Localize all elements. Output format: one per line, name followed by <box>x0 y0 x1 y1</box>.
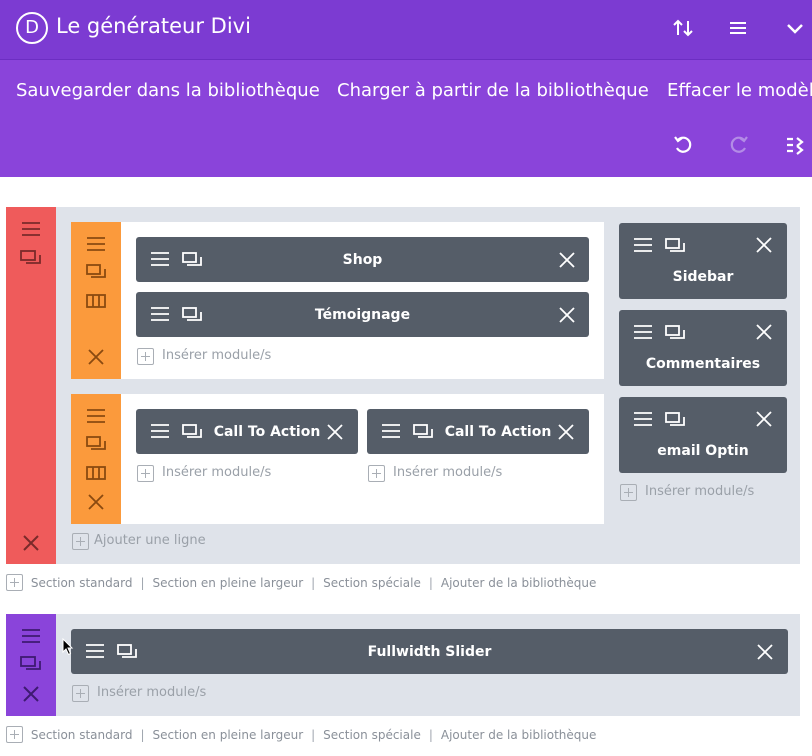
module-delete-icon[interactable] <box>559 307 575 323</box>
row-delete-icon[interactable] <box>88 494 104 510</box>
save-to-library-button[interactable]: Sauvegarder dans la bibliothèque <box>16 80 320 101</box>
add-from-library-link[interactable]: Ajouter de la bibliothèque <box>441 728 597 742</box>
plus-icon <box>6 574 23 591</box>
row-drag-icon[interactable] <box>86 236 106 252</box>
module-drag-icon[interactable] <box>150 423 170 439</box>
module-delete-icon[interactable] <box>756 324 772 340</box>
module-email-optin[interactable]: email Optin <box>619 397 787 473</box>
row-settings-icon[interactable] <box>86 436 106 452</box>
section-delete-icon[interactable] <box>22 685 40 703</box>
plus-icon <box>6 726 23 743</box>
module-comments[interactable]: Commentaires <box>619 310 787 386</box>
module-testimonial[interactable]: Témoignage <box>136 292 589 337</box>
module-label: email Optin <box>657 443 749 459</box>
module-drag-icon[interactable] <box>381 423 401 439</box>
plus-icon <box>72 685 89 702</box>
module-fullwidth-slider[interactable]: Fullwidth Slider <box>71 629 788 674</box>
module-drag-icon[interactable] <box>633 324 653 340</box>
plus-icon <box>72 533 89 550</box>
module-settings-icon[interactable] <box>665 325 685 341</box>
module-label: Commentaires <box>645 356 761 372</box>
module-delete-icon[interactable] <box>757 644 773 660</box>
row-delete-icon[interactable] <box>88 349 104 365</box>
row-columns-icon[interactable] <box>86 465 106 481</box>
plus-icon <box>137 465 154 482</box>
add-standard-section-link[interactable]: Section standard <box>31 728 133 742</box>
module-delete-icon[interactable] <box>756 237 772 253</box>
row-settings-icon[interactable] <box>86 264 106 280</box>
builder-toolbar: Sauvegarder dans la bibliothèque Charger… <box>0 60 812 177</box>
mouse-cursor-icon <box>62 638 74 656</box>
section-settings-icon[interactable] <box>20 250 42 266</box>
hamburger-menu-icon[interactable] <box>725 15 751 41</box>
add-section-links: Section standard | Section en pleine large… <box>6 726 596 743</box>
builder-header: D Le générateur Divi <box>0 0 812 60</box>
load-from-library-button[interactable]: Charger à partir de la bibliothèque <box>337 80 649 101</box>
row-drag-icon[interactable] <box>86 408 106 424</box>
sort-arrows-icon[interactable] <box>670 15 696 41</box>
add-special-section-link[interactable]: Section spéciale <box>323 728 421 742</box>
clear-layout-button[interactable]: Effacer le modèle <box>667 80 812 101</box>
add-standard-section-link[interactable]: Section standard <box>31 576 133 590</box>
page-title: Le générateur Divi <box>56 14 251 38</box>
add-fullwidth-section-link[interactable]: Section en pleine largeur <box>153 728 304 742</box>
module-call-to-action-1[interactable]: Call To Action <box>136 409 358 454</box>
module-label: Fullwidth Slider <box>367 643 492 660</box>
module-settings-icon[interactable] <box>665 238 685 254</box>
module-shop[interactable]: Shop <box>136 237 589 282</box>
module-drag-icon[interactable] <box>633 237 653 253</box>
module-label: Sidebar <box>672 269 734 285</box>
section-settings-icon[interactable] <box>20 656 42 672</box>
undo-icon[interactable] <box>672 134 694 156</box>
plus-icon <box>620 484 637 501</box>
add-section-links: Section standard | Section en pleine large… <box>6 574 596 591</box>
redo-icon[interactable] <box>728 134 750 156</box>
divi-logo: D <box>16 12 48 44</box>
add-from-library-link[interactable]: Ajouter de la bibliothèque <box>441 576 597 590</box>
module-drag-icon[interactable] <box>633 411 653 427</box>
plus-icon <box>368 465 385 482</box>
module-delete-icon[interactable] <box>327 424 343 440</box>
section-drag-icon[interactable] <box>20 221 42 237</box>
row-columns-icon[interactable] <box>86 293 106 309</box>
module-sidebar[interactable]: Sidebar <box>619 223 787 299</box>
add-special-section-link[interactable]: Section spéciale <box>323 576 421 590</box>
module-settings-icon[interactable] <box>665 412 685 428</box>
add-fullwidth-section-link[interactable]: Section en pleine largeur <box>153 576 304 590</box>
history-icon[interactable] <box>784 134 806 156</box>
module-label: Témoignage <box>314 306 411 323</box>
section-drag-icon[interactable] <box>20 628 42 644</box>
module-delete-icon[interactable] <box>756 411 772 427</box>
section-delete-icon[interactable] <box>22 534 40 552</box>
plus-icon <box>137 348 154 365</box>
module-delete-icon[interactable] <box>559 252 575 268</box>
module-call-to-action-2[interactable]: Call To Action <box>367 409 589 454</box>
module-label: Shop <box>342 251 383 268</box>
chevron-down-icon[interactable] <box>782 15 808 41</box>
module-delete-icon[interactable] <box>558 424 574 440</box>
